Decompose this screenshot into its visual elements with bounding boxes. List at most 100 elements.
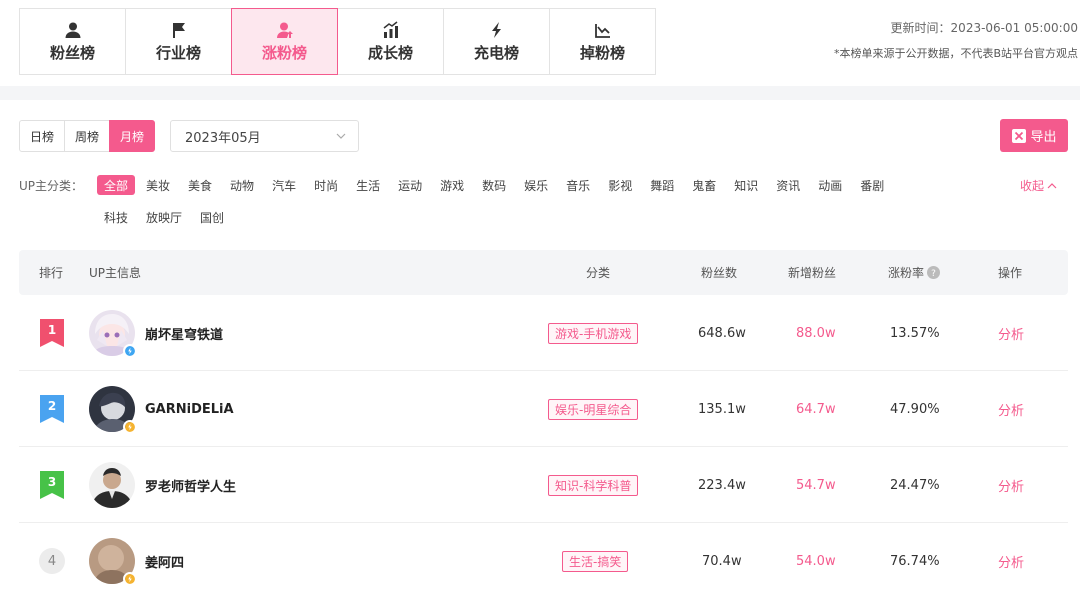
category-chip[interactable]: 美妆 <box>139 175 177 195</box>
header-rank: 排行 <box>39 266 64 280</box>
avatar[interactable] <box>89 310 137 358</box>
category-cell: 知识-科学科普 <box>548 447 639 523</box>
rank-cell: 2 <box>40 371 64 447</box>
tab-fans[interactable]: 粉丝榜 <box>19 8 126 75</box>
svg-text:3: 3 <box>48 475 56 489</box>
category-chips-row-1: 全部 美妆 美食 动物 汽车 时尚 生活 运动 游戏 数码 娱乐 音乐 影视 舞蹈 鬼畜 知识 资讯 动画 番剧 <box>97 175 895 195</box>
table-row: 4 姜阿四 生活-搞笑 70.4w 54.0w 76.74% 分析 <box>19 523 1068 598</box>
rank-cell: 3 <box>40 447 64 523</box>
header-fans: 粉丝数 <box>701 266 738 280</box>
chevron-down-icon <box>336 133 346 139</box>
category-chip[interactable]: 影视 <box>601 175 639 195</box>
category-chip[interactable]: 汽车 <box>265 175 303 195</box>
category-cell: 生活-搞笑 <box>562 523 629 598</box>
up-name-link[interactable]: 罗老师哲学人生 <box>145 447 236 523</box>
category-chip[interactable]: 全部 <box>97 175 136 195</box>
rank-flag-icon: 2 <box>40 395 64 423</box>
flag-icon <box>172 22 185 38</box>
avatar[interactable] <box>89 386 137 434</box>
tab-lose-fans[interactable]: 掉粉榜 <box>549 8 656 75</box>
category-chip[interactable]: 科技 <box>97 207 135 227</box>
table-header: 排行 UP主信息 分类 粉丝数 新增粉丝 涨粉率 ? 操作 <box>19 250 1068 295</box>
user-up-icon <box>276 22 293 38</box>
category-chip[interactable]: 资讯 <box>769 175 807 195</box>
period-month-button[interactable]: 月榜 <box>109 120 156 152</box>
category-chip[interactable]: 娱乐 <box>517 175 555 195</box>
category-chip[interactable]: 放映厅 <box>139 207 189 227</box>
category-chip[interactable]: 国创 <box>193 207 231 227</box>
help-icon[interactable]: ? <box>927 266 941 279</box>
category-tag: 游戏-手机游戏 <box>548 322 639 344</box>
category-chip[interactable]: 美食 <box>181 175 219 195</box>
verified-blue-icon <box>123 344 137 358</box>
category-chip[interactable]: 番剧 <box>853 175 891 195</box>
tab-label: 充电榜 <box>473 43 519 62</box>
avatar-cell[interactable] <box>89 371 137 447</box>
excel-icon <box>1012 128 1027 143</box>
category-chips-row-2: 科技 放映厅 国创 <box>97 207 235 227</box>
category-chip[interactable]: 鬼畜 <box>685 175 723 195</box>
category-chip[interactable]: 知识 <box>727 175 765 195</box>
analyze-link[interactable]: 分析 <box>998 371 1024 447</box>
tab-label: 粉丝榜 <box>49 43 95 62</box>
up-name-link[interactable]: 姜阿四 <box>145 523 184 598</box>
lightning-icon <box>491 21 501 38</box>
fans-count: 648.6w <box>698 325 746 341</box>
month-select[interactable]: 2023年05月 <box>170 120 359 152</box>
chevron-up-icon <box>1047 182 1057 188</box>
avatar[interactable] <box>89 538 137 586</box>
up-name-link[interactable]: 崩坏星穹铁道 <box>145 295 223 371</box>
header-new-fans: 新增粉丝 <box>788 266 837 280</box>
category-chip[interactable]: 数码 <box>475 175 513 195</box>
category-chip[interactable]: 生活 <box>349 175 387 195</box>
svg-text:?: ? <box>931 269 936 279</box>
export-button[interactable]: 导出 <box>1000 119 1068 152</box>
svg-text:2: 2 <box>48 399 56 413</box>
tab-label: 涨粉榜 <box>261 43 307 62</box>
tab-industry[interactable]: 行业榜 <box>125 8 232 75</box>
period-week-button[interactable]: 周榜 <box>64 120 111 152</box>
fans-count: 223.4w <box>698 477 746 493</box>
category-chip[interactable]: 时尚 <box>307 175 345 195</box>
category-chip[interactable]: 音乐 <box>559 175 597 195</box>
tab-growth[interactable]: 成长榜 <box>337 8 444 75</box>
top-bar: 粉丝榜 行业榜 涨粉榜 成长榜 充电榜 掉粉榜 更新时间：2023-06-01 … <box>0 0 1080 86</box>
category-tag: 知识-科学科普 <box>548 474 639 496</box>
up-name-link[interactable]: GARNiDELiA <box>145 371 234 447</box>
category-chip[interactable]: 动物 <box>223 175 261 195</box>
category-label: UP主分类： <box>19 179 84 193</box>
tab-charge[interactable]: 充电榜 <box>443 8 550 75</box>
analyze-link[interactable]: 分析 <box>998 295 1024 371</box>
tab-label: 行业榜 <box>155 43 201 62</box>
verified-yellow-icon <box>123 572 137 586</box>
avatar-cell[interactable] <box>89 295 137 371</box>
category-chip[interactable]: 动画 <box>811 175 849 195</box>
period-day-button[interactable]: 日榜 <box>19 120 66 152</box>
rank-flag-icon: 1 <box>40 319 64 347</box>
analyze-link[interactable]: 分析 <box>998 447 1024 523</box>
collapse-button[interactable]: 收起 <box>1020 177 1057 194</box>
category-chip[interactable]: 舞蹈 <box>643 175 681 195</box>
table-row: 2 GARNiDELiA 娱乐-明星综合 135.1w 64.7w 47.90%… <box>19 371 1068 447</box>
rise-rate: 76.74% <box>890 553 940 569</box>
analyze-link[interactable]: 分析 <box>998 523 1024 598</box>
data-source-note: *本榜单来源于公开数据，不代表B站平台官方观点 <box>833 47 1078 60</box>
user-icon <box>65 22 80 38</box>
tab-label: 成长榜 <box>367 43 413 62</box>
avatar-cell[interactable] <box>89 523 137 598</box>
category-chip[interactable]: 运动 <box>391 175 429 195</box>
export-label: 导出 <box>1030 130 1057 145</box>
new-fans-count: 54.0w <box>796 553 836 569</box>
update-time: 更新时间：2023-06-01 05:00:00 <box>890 21 1078 35</box>
category-chip[interactable]: 游戏 <box>433 175 471 195</box>
table-row: 1 崩坏星穹铁道 游戏-手机游戏 648.6w 88.0w 13.57% 分析 <box>19 295 1068 371</box>
decline-chart-icon <box>594 23 610 38</box>
avatar[interactable] <box>89 462 135 508</box>
verified-yellow-icon <box>123 420 137 434</box>
rise-rate: 24.47% <box>890 477 940 493</box>
header-rate: 涨粉率 ? <box>888 250 941 295</box>
rank-number: 4 <box>39 548 65 574</box>
header-category: 分类 <box>586 266 611 280</box>
tab-rise[interactable]: 涨粉榜 <box>231 8 338 75</box>
avatar-cell[interactable] <box>89 447 135 523</box>
